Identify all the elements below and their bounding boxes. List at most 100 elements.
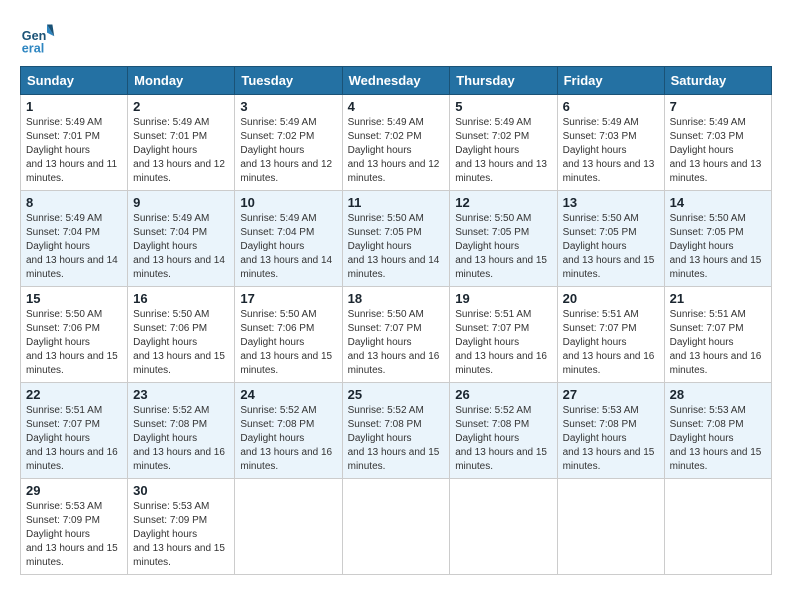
- day-info: Sunrise: 5:51 AM Sunset: 7:07 PM Dayligh…: [670, 308, 766, 378]
- calendar-cell: [342, 479, 450, 575]
- col-header-friday: Friday: [557, 67, 664, 95]
- day-info: Sunrise: 5:51 AM Sunset: 7:07 PM Dayligh…: [563, 308, 659, 378]
- svg-text:eral: eral: [22, 41, 44, 55]
- day-info: Sunrise: 5:52 AM Sunset: 7:08 PM Dayligh…: [455, 404, 551, 474]
- calendar-cell: [235, 479, 342, 575]
- calendar-cell: 25 Sunrise: 5:52 AM Sunset: 7:08 PM Dayl…: [342, 383, 450, 479]
- calendar-cell: 14 Sunrise: 5:50 AM Sunset: 7:05 PM Dayl…: [664, 191, 771, 287]
- day-number: 17: [240, 291, 336, 306]
- day-number: 29: [26, 483, 122, 498]
- calendar-cell: 22 Sunrise: 5:51 AM Sunset: 7:07 PM Dayl…: [21, 383, 128, 479]
- day-info: Sunrise: 5:49 AM Sunset: 7:04 PM Dayligh…: [240, 212, 336, 282]
- day-number: 4: [348, 99, 445, 114]
- calendar-cell: 21 Sunrise: 5:51 AM Sunset: 7:07 PM Dayl…: [664, 287, 771, 383]
- day-info: Sunrise: 5:53 AM Sunset: 7:09 PM Dayligh…: [26, 500, 122, 570]
- day-number: 23: [133, 387, 229, 402]
- calendar-cell: [664, 479, 771, 575]
- day-number: 11: [348, 195, 445, 210]
- col-header-saturday: Saturday: [664, 67, 771, 95]
- col-header-monday: Monday: [128, 67, 235, 95]
- day-number: 18: [348, 291, 445, 306]
- logo-icon: Gen eral: [20, 20, 56, 56]
- day-number: 26: [455, 387, 551, 402]
- day-info: Sunrise: 5:49 AM Sunset: 7:04 PM Dayligh…: [26, 212, 122, 282]
- day-info: Sunrise: 5:50 AM Sunset: 7:06 PM Dayligh…: [133, 308, 229, 378]
- calendar-cell: 19 Sunrise: 5:51 AM Sunset: 7:07 PM Dayl…: [450, 287, 557, 383]
- day-number: 19: [455, 291, 551, 306]
- day-number: 30: [133, 483, 229, 498]
- day-number: 21: [670, 291, 766, 306]
- calendar-cell: [450, 479, 557, 575]
- col-header-thursday: Thursday: [450, 67, 557, 95]
- day-number: 3: [240, 99, 336, 114]
- day-number: 15: [26, 291, 122, 306]
- calendar-header-row: SundayMondayTuesdayWednesdayThursdayFrid…: [21, 67, 772, 95]
- day-number: 6: [563, 99, 659, 114]
- calendar-cell: 24 Sunrise: 5:52 AM Sunset: 7:08 PM Dayl…: [235, 383, 342, 479]
- day-number: 16: [133, 291, 229, 306]
- day-number: 12: [455, 195, 551, 210]
- calendar-cell: 6 Sunrise: 5:49 AM Sunset: 7:03 PM Dayli…: [557, 95, 664, 191]
- day-number: 1: [26, 99, 122, 114]
- day-info: Sunrise: 5:53 AM Sunset: 7:08 PM Dayligh…: [670, 404, 766, 474]
- day-info: Sunrise: 5:49 AM Sunset: 7:03 PM Dayligh…: [670, 116, 766, 186]
- calendar-cell: 23 Sunrise: 5:52 AM Sunset: 7:08 PM Dayl…: [128, 383, 235, 479]
- day-number: 14: [670, 195, 766, 210]
- day-info: Sunrise: 5:50 AM Sunset: 7:05 PM Dayligh…: [563, 212, 659, 282]
- day-info: Sunrise: 5:50 AM Sunset: 7:05 PM Dayligh…: [670, 212, 766, 282]
- day-info: Sunrise: 5:50 AM Sunset: 7:06 PM Dayligh…: [240, 308, 336, 378]
- calendar-cell: 18 Sunrise: 5:50 AM Sunset: 7:07 PM Dayl…: [342, 287, 450, 383]
- day-info: Sunrise: 5:49 AM Sunset: 7:01 PM Dayligh…: [26, 116, 122, 186]
- day-number: 25: [348, 387, 445, 402]
- calendar-cell: 26 Sunrise: 5:52 AM Sunset: 7:08 PM Dayl…: [450, 383, 557, 479]
- day-info: Sunrise: 5:49 AM Sunset: 7:02 PM Dayligh…: [455, 116, 551, 186]
- day-number: 9: [133, 195, 229, 210]
- calendar-cell: 5 Sunrise: 5:49 AM Sunset: 7:02 PM Dayli…: [450, 95, 557, 191]
- col-header-wednesday: Wednesday: [342, 67, 450, 95]
- day-info: Sunrise: 5:49 AM Sunset: 7:02 PM Dayligh…: [348, 116, 445, 186]
- calendar-cell: 1 Sunrise: 5:49 AM Sunset: 7:01 PM Dayli…: [21, 95, 128, 191]
- calendar-cell: 29 Sunrise: 5:53 AM Sunset: 7:09 PM Dayl…: [21, 479, 128, 575]
- col-header-sunday: Sunday: [21, 67, 128, 95]
- calendar-cell: 15 Sunrise: 5:50 AM Sunset: 7:06 PM Dayl…: [21, 287, 128, 383]
- day-info: Sunrise: 5:49 AM Sunset: 7:01 PM Dayligh…: [133, 116, 229, 186]
- calendar-cell: 17 Sunrise: 5:50 AM Sunset: 7:06 PM Dayl…: [235, 287, 342, 383]
- calendar-cell: 2 Sunrise: 5:49 AM Sunset: 7:01 PM Dayli…: [128, 95, 235, 191]
- calendar-cell: 28 Sunrise: 5:53 AM Sunset: 7:08 PM Dayl…: [664, 383, 771, 479]
- day-info: Sunrise: 5:52 AM Sunset: 7:08 PM Dayligh…: [240, 404, 336, 474]
- calendar-table: SundayMondayTuesdayWednesdayThursdayFrid…: [20, 66, 772, 575]
- calendar-cell: 3 Sunrise: 5:49 AM Sunset: 7:02 PM Dayli…: [235, 95, 342, 191]
- calendar-week-row: 29 Sunrise: 5:53 AM Sunset: 7:09 PM Dayl…: [21, 479, 772, 575]
- day-info: Sunrise: 5:49 AM Sunset: 7:02 PM Dayligh…: [240, 116, 336, 186]
- calendar-cell: 11 Sunrise: 5:50 AM Sunset: 7:05 PM Dayl…: [342, 191, 450, 287]
- day-number: 10: [240, 195, 336, 210]
- header: Gen eral: [20, 20, 772, 56]
- calendar-cell: 10 Sunrise: 5:49 AM Sunset: 7:04 PM Dayl…: [235, 191, 342, 287]
- calendar-cell: 4 Sunrise: 5:49 AM Sunset: 7:02 PM Dayli…: [342, 95, 450, 191]
- day-number: 28: [670, 387, 766, 402]
- day-number: 20: [563, 291, 659, 306]
- day-info: Sunrise: 5:52 AM Sunset: 7:08 PM Dayligh…: [133, 404, 229, 474]
- calendar-cell: 16 Sunrise: 5:50 AM Sunset: 7:06 PM Dayl…: [128, 287, 235, 383]
- day-info: Sunrise: 5:52 AM Sunset: 7:08 PM Dayligh…: [348, 404, 445, 474]
- col-header-tuesday: Tuesday: [235, 67, 342, 95]
- day-info: Sunrise: 5:51 AM Sunset: 7:07 PM Dayligh…: [26, 404, 122, 474]
- day-number: 8: [26, 195, 122, 210]
- day-number: 27: [563, 387, 659, 402]
- calendar-cell: 27 Sunrise: 5:53 AM Sunset: 7:08 PM Dayl…: [557, 383, 664, 479]
- day-number: 2: [133, 99, 229, 114]
- calendar-cell: [557, 479, 664, 575]
- day-number: 24: [240, 387, 336, 402]
- calendar-cell: 30 Sunrise: 5:53 AM Sunset: 7:09 PM Dayl…: [128, 479, 235, 575]
- calendar-cell: 7 Sunrise: 5:49 AM Sunset: 7:03 PM Dayli…: [664, 95, 771, 191]
- day-info: Sunrise: 5:53 AM Sunset: 7:08 PM Dayligh…: [563, 404, 659, 474]
- calendar-week-row: 8 Sunrise: 5:49 AM Sunset: 7:04 PM Dayli…: [21, 191, 772, 287]
- day-info: Sunrise: 5:50 AM Sunset: 7:06 PM Dayligh…: [26, 308, 122, 378]
- day-number: 5: [455, 99, 551, 114]
- day-number: 7: [670, 99, 766, 114]
- calendar-cell: 20 Sunrise: 5:51 AM Sunset: 7:07 PM Dayl…: [557, 287, 664, 383]
- day-info: Sunrise: 5:49 AM Sunset: 7:03 PM Dayligh…: [563, 116, 659, 186]
- day-info: Sunrise: 5:49 AM Sunset: 7:04 PM Dayligh…: [133, 212, 229, 282]
- calendar-cell: 13 Sunrise: 5:50 AM Sunset: 7:05 PM Dayl…: [557, 191, 664, 287]
- calendar-cell: 8 Sunrise: 5:49 AM Sunset: 7:04 PM Dayli…: [21, 191, 128, 287]
